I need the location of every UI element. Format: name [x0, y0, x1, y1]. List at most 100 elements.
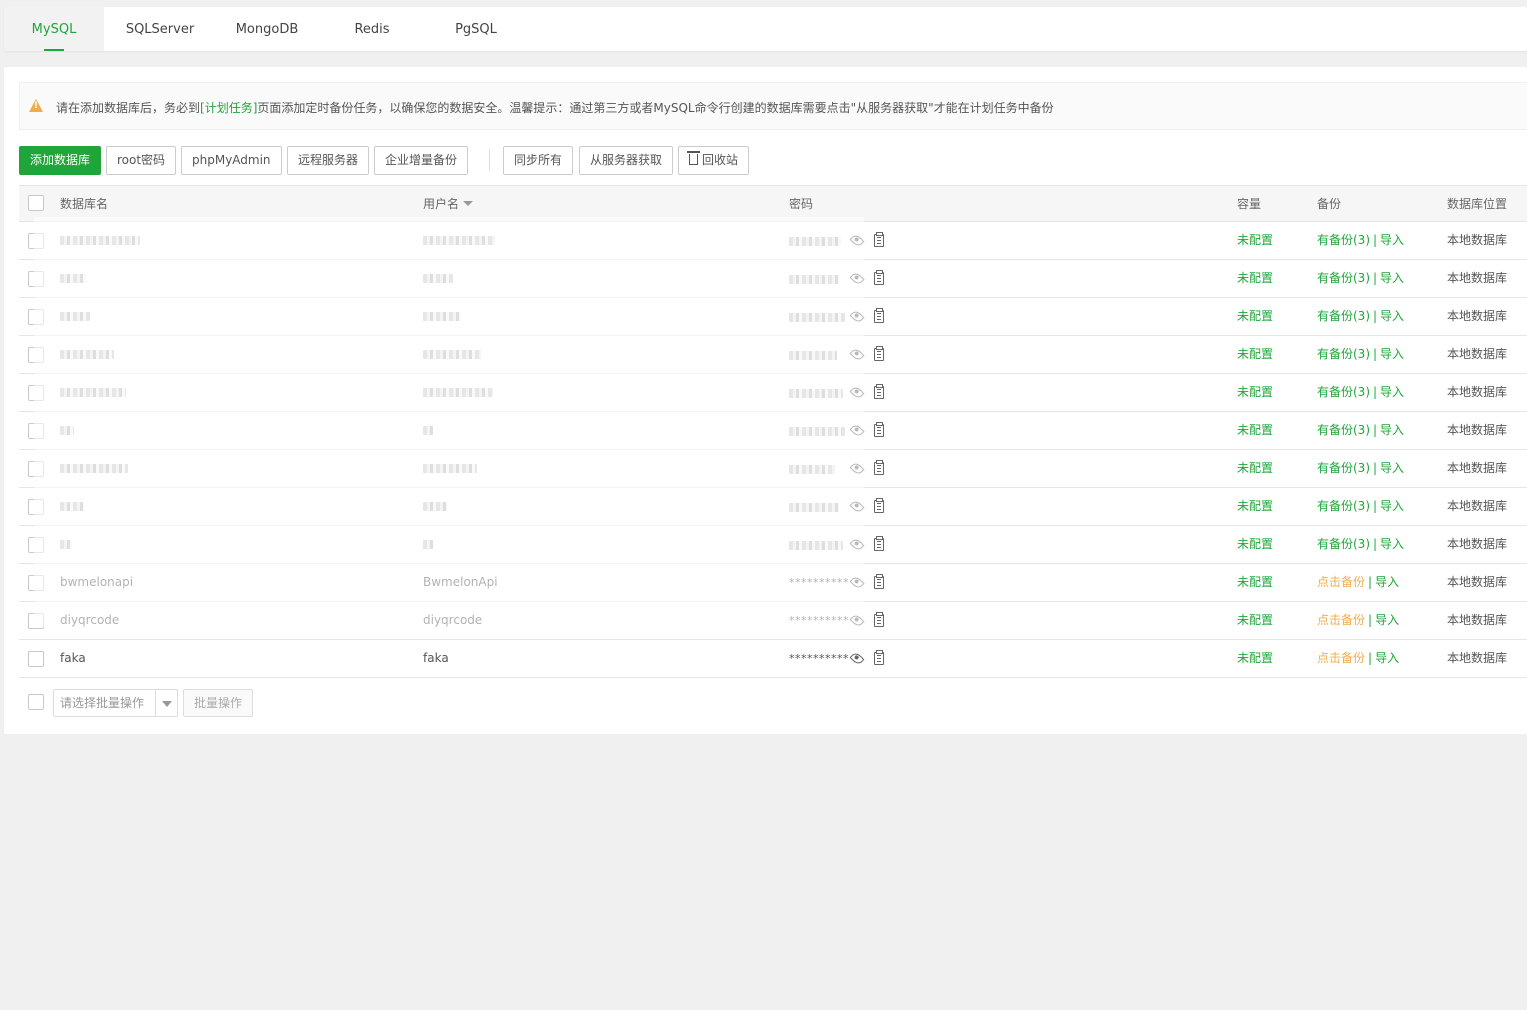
chevron-down-icon[interactable]	[155, 690, 177, 716]
row-checkbox[interactable]	[28, 233, 44, 249]
backup-link[interactable]: 有备份(3)	[1317, 537, 1370, 551]
tab-mongodb[interactable]: MongoDB	[216, 7, 318, 51]
eye-icon[interactable]	[849, 385, 865, 400]
copy-icon[interactable]	[874, 346, 884, 361]
eye-icon[interactable]	[849, 499, 865, 514]
db-location: 本地数据库	[1447, 271, 1508, 285]
row-checkbox[interactable]	[28, 385, 44, 401]
copy-icon[interactable]	[874, 422, 884, 437]
copy-icon[interactable]	[874, 384, 884, 399]
copy-icon[interactable]	[874, 232, 884, 247]
tab-sqlserver[interactable]: SQLServer	[110, 7, 210, 51]
capacity-link[interactable]: 未配置	[1237, 602, 1307, 639]
sort-down-icon[interactable]	[463, 201, 474, 206]
tab-redis[interactable]: Redis	[322, 7, 422, 51]
row-checkbox[interactable]	[28, 613, 44, 629]
get-from-server-button[interactable]: 从服务器获取	[579, 146, 674, 175]
copy-icon[interactable]	[874, 612, 884, 627]
row-checkbox[interactable]	[28, 347, 44, 363]
row-checkbox[interactable]	[28, 461, 44, 477]
scheduled-tasks-link[interactable]: [计划任务]	[200, 101, 257, 115]
row-checkbox[interactable]	[28, 423, 44, 439]
backup-link[interactable]: 有备份(3)	[1317, 271, 1370, 285]
row-checkbox[interactable]	[28, 271, 44, 287]
capacity-link[interactable]: 未配置	[1237, 450, 1307, 487]
backup-link[interactable]: 点击备份	[1317, 651, 1365, 665]
copy-icon[interactable]	[874, 650, 884, 665]
copy-icon[interactable]	[874, 308, 884, 323]
batch-select-checkbox[interactable]	[28, 694, 44, 710]
sync-all-button[interactable]: 同步所有	[503, 146, 574, 175]
db-location: 本地数据库	[1447, 537, 1508, 551]
copy-icon[interactable]	[874, 270, 884, 285]
capacity-link[interactable]: 未配置	[1237, 526, 1307, 563]
add-database-button[interactable]: 添加数据库	[19, 146, 102, 175]
enterprise-backup-button[interactable]: 企业增量备份	[374, 146, 469, 175]
row-checkbox[interactable]	[28, 575, 44, 591]
capacity-link[interactable]: 未配置	[1237, 564, 1307, 601]
db-name-redacted	[60, 488, 420, 525]
import-link[interactable]: 导入	[1380, 499, 1404, 513]
import-link[interactable]: 导入	[1380, 347, 1404, 361]
backup-link[interactable]: 有备份(3)	[1317, 499, 1370, 513]
copy-icon[interactable]	[874, 460, 884, 475]
backup-link[interactable]: 有备份(3)	[1317, 461, 1370, 475]
eye-icon[interactable]	[849, 651, 865, 666]
db-location: 本地数据库	[1447, 651, 1508, 665]
backup-link[interactable]: 有备份(3)	[1317, 423, 1370, 437]
eye-icon[interactable]	[849, 575, 865, 590]
backup-link[interactable]: 点击备份	[1317, 575, 1365, 589]
import-link[interactable]: 导入	[1380, 423, 1404, 437]
select-all-checkbox[interactable]	[28, 195, 44, 211]
batch-operation-button[interactable]: 批量操作	[183, 689, 254, 717]
import-link[interactable]: 导入	[1380, 233, 1404, 247]
eye-icon[interactable]	[849, 309, 865, 324]
table-row: bwmelonapi BwmelonApi ********** 未配置 点击备…	[19, 564, 1527, 602]
backup-link[interactable]: 点击备份	[1317, 613, 1365, 627]
phpmyadmin-button[interactable]: phpMyAdmin	[181, 146, 282, 175]
eye-icon[interactable]	[849, 233, 865, 248]
row-checkbox[interactable]	[28, 537, 44, 553]
backup-link[interactable]: 有备份(3)	[1317, 233, 1370, 247]
recycle-bin-button[interactable]: 回收站	[678, 146, 750, 175]
copy-icon[interactable]	[874, 536, 884, 551]
capacity-link[interactable]: 未配置	[1237, 222, 1307, 259]
eye-icon[interactable]	[849, 423, 865, 438]
batch-operation-select[interactable]: 请选择批量操作	[53, 689, 178, 717]
capacity-link[interactable]: 未配置	[1237, 260, 1307, 297]
row-checkbox[interactable]	[28, 309, 44, 325]
remote-server-button[interactable]: 远程服务器	[287, 146, 370, 175]
tab-pgsql[interactable]: PgSQL	[426, 7, 526, 51]
username-redacted	[423, 222, 783, 259]
eye-icon[interactable]	[849, 347, 865, 362]
import-link[interactable]: 导入	[1375, 651, 1399, 665]
backup-link[interactable]: 有备份(3)	[1317, 385, 1370, 399]
import-link[interactable]: 导入	[1380, 461, 1404, 475]
header-username[interactable]: 用户名	[423, 186, 783, 221]
row-checkbox[interactable]	[28, 499, 44, 515]
import-link[interactable]: 导入	[1380, 271, 1404, 285]
root-password-button[interactable]: root密码	[106, 146, 177, 175]
tab-mysql[interactable]: MySQL	[4, 7, 104, 51]
capacity-link[interactable]: 未配置	[1237, 488, 1307, 525]
eye-icon[interactable]	[849, 537, 865, 552]
eye-icon[interactable]	[849, 461, 865, 476]
capacity-link[interactable]: 未配置	[1237, 412, 1307, 449]
db-name-redacted	[60, 374, 420, 411]
eye-icon[interactable]	[849, 613, 865, 628]
import-link[interactable]: 导入	[1380, 537, 1404, 551]
capacity-link[interactable]: 未配置	[1237, 336, 1307, 373]
import-link[interactable]: 导入	[1375, 575, 1399, 589]
import-link[interactable]: 导入	[1380, 309, 1404, 323]
copy-icon[interactable]	[874, 498, 884, 513]
copy-icon[interactable]	[874, 574, 884, 589]
capacity-link[interactable]: 未配置	[1237, 374, 1307, 411]
import-link[interactable]: 导入	[1375, 613, 1399, 627]
backup-link[interactable]: 有备份(3)	[1317, 347, 1370, 361]
import-link[interactable]: 导入	[1380, 385, 1404, 399]
eye-icon[interactable]	[849, 271, 865, 286]
capacity-link[interactable]: 未配置	[1237, 640, 1307, 677]
row-checkbox[interactable]	[28, 651, 44, 667]
capacity-link[interactable]: 未配置	[1237, 298, 1307, 335]
backup-link[interactable]: 有备份(3)	[1317, 309, 1370, 323]
